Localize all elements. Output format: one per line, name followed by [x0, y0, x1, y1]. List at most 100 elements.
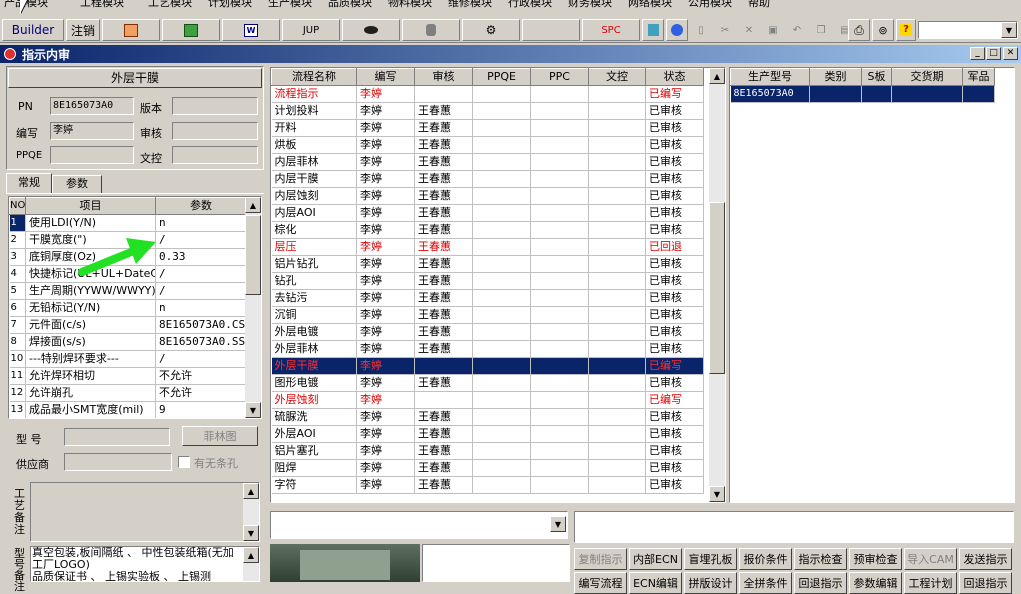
process-row[interactable]: 图形电镀 李婷 王春蕙 已审核 [271, 374, 704, 392]
process-row[interactable]: 内层菲林 李婷 王春蕙 已审核 [271, 153, 704, 171]
action-button-7[interactable]: 发送指示 [959, 548, 1012, 570]
process-row[interactable]: 钻孔 李婷 王春蕙 已审核 [271, 272, 704, 290]
menu-item-8[interactable]: 行政模块 [508, 0, 552, 8]
version-field[interactable] [172, 97, 258, 115]
network-button[interactable]: ⚙ [462, 19, 520, 41]
scroll-up-icon[interactable]: ▲ [243, 547, 259, 563]
product-header-delivery[interactable]: 交货期 [891, 68, 963, 86]
logout-button[interactable]: 注销 [66, 19, 100, 41]
product-header-military[interactable]: 军品 [962, 68, 995, 86]
process-scrollbar[interactable]: ▲ ▼ [709, 68, 725, 502]
menu-item-4[interactable]: 生产模块 [268, 0, 312, 8]
product-header-sboard[interactable]: S板 [861, 68, 892, 86]
params-scrollbar[interactable]: ▲ ▼ [245, 197, 261, 418]
process-row[interactable]: 铝片钻孔 李婷 王春蕙 已审核 [271, 255, 704, 273]
builder-button[interactable]: Builder [2, 19, 64, 41]
review-field[interactable] [172, 122, 258, 140]
process-row[interactable]: 沉铜 李婷 王春蕙 已审核 [271, 306, 704, 324]
process-header-ppc[interactable]: PPC [530, 68, 589, 86]
powerpoint-button[interactable] [102, 19, 160, 41]
scroll-up-icon[interactable]: ▲ [243, 483, 259, 499]
action2-button-0[interactable]: 编写流程 [574, 572, 627, 594]
action2-button-5[interactable]: 参数编辑 [849, 572, 902, 594]
action2-button-6[interactable]: 工程计划 [904, 572, 957, 594]
process-row[interactable]: 层压 李婷 王春蕙 已回退 [271, 238, 704, 256]
action2-button-3[interactable]: 全拼条件 [739, 572, 792, 594]
process-row[interactable]: 外层菲林 李婷 王春蕙 已审核 [271, 340, 704, 358]
action2-button-2[interactable]: 拼版设计 [684, 572, 737, 594]
barcode-checkbox[interactable] [178, 456, 190, 468]
craft-notes-field[interactable]: ▲ ▼ [30, 482, 260, 542]
process-header-status[interactable]: 状态 [645, 68, 704, 86]
copy-icon[interactable]: ❐ [810, 19, 832, 41]
process-row[interactable]: 去钻污 李婷 王春蕙 已审核 [271, 289, 704, 307]
product-header-category[interactable]: 类别 [809, 68, 862, 86]
process-header-doc[interactable]: 文控 [588, 68, 646, 86]
find-button[interactable]: ⊚ [872, 19, 894, 41]
calculator-button[interactable] [642, 19, 664, 41]
params-header-value[interactable]: 参数 [155, 197, 247, 215]
action-button-1[interactable]: 内部ECN [629, 548, 682, 570]
action-button-4[interactable]: 指示检查 [794, 548, 847, 570]
supplier-field[interactable] [64, 453, 172, 471]
process-row[interactable]: 烘板 李婷 王春蕙 已审核 [271, 136, 704, 154]
pn-field[interactable]: 8E165073A0 [50, 97, 134, 115]
process-row[interactable]: 外层蚀刻 李婷 已编写 [271, 391, 704, 409]
process-row[interactable]: 开料 李婷 王春蕙 已审核 [271, 119, 704, 137]
process-note-dropdown[interactable]: ▼ [270, 511, 568, 539]
process-row[interactable]: 内层蚀刻 李婷 王春蕙 已审核 [271, 187, 704, 205]
menu-item-5[interactable]: 品质模块 [328, 0, 372, 8]
menu-item-11[interactable]: 公用模块 [688, 0, 732, 8]
database-button[interactable] [402, 19, 460, 41]
process-row[interactable]: 外层电镀 李婷 王春蕙 已审核 [271, 323, 704, 341]
process-header-ppqe[interactable]: PPQE [472, 68, 531, 86]
scroll-up-icon[interactable]: ▲ [709, 68, 725, 84]
new-icon[interactable]: ▯ [690, 19, 712, 41]
menu-item-3[interactable]: 计划模块 [208, 0, 252, 8]
process-row[interactable]: 棕化 李婷 王春蕙 已审核 [271, 221, 704, 239]
browser-button[interactable] [666, 19, 688, 41]
print-button[interactable]: ⎙ [848, 19, 870, 41]
author-field[interactable]: 李婷 [50, 122, 134, 140]
params-header-item[interactable]: 项目 [25, 197, 156, 215]
process-row[interactable]: 铝片塞孔 李婷 王春蕙 已审核 [271, 442, 704, 460]
action-button-6[interactable]: 导入CAM [904, 548, 957, 570]
pack-scrollbar[interactable]: ▲ [243, 547, 259, 581]
excel-button[interactable] [162, 19, 220, 41]
scroll-down-icon[interactable]: ▼ [245, 402, 261, 418]
params-header-no[interactable]: NO [9, 197, 26, 215]
action2-button-7[interactable]: 回退指示 [959, 572, 1012, 594]
help-button[interactable]: ? [896, 19, 916, 41]
action-button-3[interactable]: 报价条件 [739, 548, 792, 570]
craft-scrollbar[interactable]: ▲ ▼ [243, 483, 259, 541]
params-row[interactable]: 10 ---特别焊环要求--- / [9, 350, 247, 368]
spc-button[interactable]: SPC [582, 19, 640, 41]
view-button[interactable] [342, 19, 400, 41]
action-button-2[interactable]: 盲埋孔板 [684, 548, 737, 570]
toolbar-dropdown[interactable]: ▼ [918, 21, 1018, 39]
product-row[interactable]: 8E165073A0 [730, 85, 995, 103]
menu-item-1[interactable]: 工程模块 [80, 0, 124, 8]
params-row[interactable]: 7 元件面(c/s) 8E165073A0.CS [9, 316, 247, 334]
params-row[interactable]: 12 允许崩孔 不允许 [9, 384, 247, 402]
minimize-button[interactable]: _ [970, 47, 985, 60]
params-row[interactable]: 6 无铅标记(Y/N) n [9, 299, 247, 317]
placeholder-button[interactable] [522, 19, 580, 41]
maximize-button[interactable]: □ [986, 47, 1001, 60]
menu-item-7[interactable]: 维修模块 [448, 0, 492, 8]
process-row[interactable]: 阻焊 李婷 王春蕙 已审核 [271, 459, 704, 477]
scroll-up-icon[interactable]: ▲ [245, 197, 261, 213]
model-field[interactable] [64, 428, 170, 446]
scroll-down-icon[interactable]: ▼ [709, 486, 725, 502]
ppqe-field[interactable] [50, 146, 134, 164]
film-button[interactable]: 菲林图 [182, 426, 258, 446]
menu-item-2[interactable]: 工艺模块 [148, 0, 192, 8]
process-header-reviewer[interactable]: 审核 [414, 68, 473, 86]
menu-item-10[interactable]: 网络模块 [628, 0, 672, 8]
process-row[interactable]: 外层AOI 李婷 王春蕙 已审核 [271, 425, 704, 443]
undo-icon[interactable]: ↶ [786, 19, 808, 41]
action-button-5[interactable]: 预审检查 [849, 548, 902, 570]
process-row[interactable]: 字符 李婷 王春蕙 已审核 [271, 476, 704, 494]
action-button-0[interactable]: 复制指示 [574, 548, 627, 570]
remark-field[interactable] [574, 511, 1014, 543]
